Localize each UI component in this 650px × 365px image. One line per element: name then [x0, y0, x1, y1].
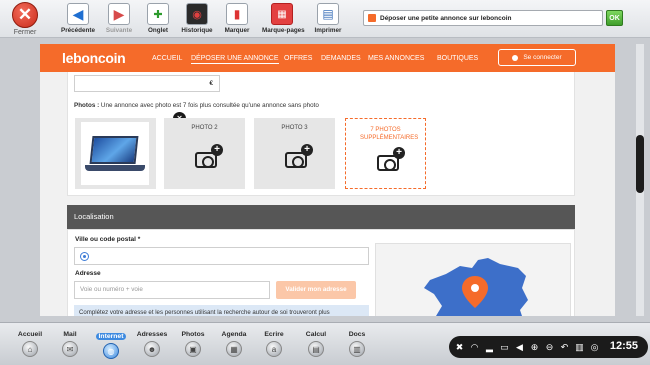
help-icon[interactable]: ◎	[590, 342, 599, 353]
locate-icon[interactable]	[80, 252, 89, 261]
mail-icon: ✉	[62, 341, 78, 357]
write-icon: a	[266, 341, 282, 357]
battery-icon[interactable]: ▭	[500, 342, 509, 353]
extra-photos-slot[interactable]: 7 PHOTOS SUPPLÉMENTAIRES	[345, 118, 426, 189]
photos-card: € Photos : Une annonce avec photo est 7 …	[67, 72, 575, 196]
city-label: Ville ou code postal *	[75, 236, 141, 243]
contacts-icon: ☻	[144, 341, 160, 357]
back-arrow-icon: ◀	[67, 3, 89, 25]
home-icon: ⌂	[22, 341, 38, 357]
nav-offres[interactable]: OFFRES	[284, 55, 312, 62]
nav-demandes[interactable]: DEMANDES	[321, 55, 361, 62]
site-logo[interactable]: leboncoin	[62, 50, 126, 66]
validate-address-button[interactable]: Valider mon adresse	[276, 281, 356, 299]
bookmarks-button[interactable]: ▦ Marque-pages	[262, 3, 305, 34]
france-map[interactable]	[375, 243, 571, 316]
close-label: Fermer	[13, 29, 37, 36]
history-icon: ◉	[186, 3, 208, 25]
zoom-out-icon[interactable]: ⊖	[545, 342, 554, 353]
address-info-box: Complétez votre adresse et les personnes…	[74, 305, 369, 316]
photo-slot-3-label: PHOTO 3	[281, 125, 308, 131]
undo-icon[interactable]: ↶	[560, 342, 569, 353]
site-navbar: leboncoin ACCUEIL DÉPOSER UNE ANNONCE OF…	[40, 44, 615, 72]
price-input[interactable]: €	[74, 75, 220, 92]
close-button[interactable]: ✕ Fermer	[8, 2, 42, 36]
scrollbar-thumb[interactable]	[636, 135, 644, 193]
browser-toolbar: ✕ Fermer ◀ Précédente ▶ Suivante ✚ Ongle…	[0, 0, 650, 38]
dock-ecrire[interactable]: Ecrire a	[254, 331, 294, 357]
volume-icon[interactable]: ◀	[515, 342, 524, 353]
new-tab-icon: ✚	[147, 3, 169, 25]
add-photo-icon	[377, 147, 405, 171]
dock-internet[interactable]: Internet ◍	[91, 331, 131, 359]
nav-mes-annonces[interactable]: MES ANNONCES	[368, 55, 424, 62]
login-label: Se connecter	[523, 54, 562, 61]
price-currency: €	[209, 80, 213, 87]
print-button[interactable]: ▤ Imprimer	[308, 3, 348, 34]
zoom-in-icon[interactable]: ⊕	[530, 342, 539, 353]
nav-boutiques[interactable]: BOUTIQUES	[437, 55, 478, 62]
photo-hint: Photos : Une annonce avec photo est 7 fo…	[74, 102, 319, 109]
dock-adresses[interactable]: Adresses ☻	[132, 331, 172, 357]
dock-agenda[interactable]: Agenda ▦	[214, 331, 254, 357]
photo-hint-text: Une annonce avec photo est 7 fois plus c…	[99, 102, 319, 109]
bookmark-button[interactable]: ▮ Marquer	[217, 3, 257, 34]
dock-calcul[interactable]: Calcul ▤	[296, 331, 336, 357]
extra-photos-label: 7 PHOTOS SUPPLÉMENTAIRES	[360, 127, 419, 141]
wifi-icon[interactable]: ◠	[470, 342, 479, 353]
dock-docs[interactable]: Docs ▥	[337, 331, 377, 357]
france-map-svg	[424, 258, 528, 316]
address-bar-text: Déposer une petite annonce sur leboncoin	[380, 14, 512, 22]
globe-icon: ◍	[103, 343, 119, 359]
forward-button[interactable]: ▶ Suivante	[99, 3, 139, 34]
login-button[interactable]: Se connecter	[498, 49, 576, 66]
address-label: Adresse	[75, 270, 101, 277]
dock-mail[interactable]: Mail ✉	[50, 331, 90, 357]
photo-slot-3[interactable]: PHOTO 3	[254, 118, 335, 189]
back-button[interactable]: ◀ Précédente	[58, 3, 98, 34]
signal-icon[interactable]: ▂	[485, 342, 494, 353]
bookmarks-icon: ▦	[271, 3, 293, 25]
system-tray: ✖ ◠ ▂ ▭ ◀ ⊕ ⊖ ↶ ▥ ◎ 12:55	[449, 336, 648, 358]
add-photo-icon	[285, 144, 313, 168]
history-button[interactable]: ◉ Historique	[177, 3, 217, 34]
documents-icon: ▥	[349, 341, 365, 357]
photo-slot-2[interactable]: PHOTO 2	[164, 118, 245, 189]
add-photo-icon	[195, 144, 223, 168]
laptop-photo	[81, 122, 149, 185]
go-button[interactable]: OK	[606, 10, 623, 26]
dock-accueil[interactable]: Accueil ⌂	[10, 331, 50, 357]
photo-hint-title: Photos :	[74, 102, 100, 109]
city-input[interactable]	[74, 247, 369, 265]
tools-icon[interactable]: ✖	[455, 342, 464, 353]
dock-photos[interactable]: Photos ▣	[173, 331, 213, 357]
new-tab-button[interactable]: ✚ Onglet	[138, 3, 178, 34]
address-input[interactable]: Voie ou numéro + voie	[74, 281, 270, 299]
printer-icon: ▤	[317, 3, 339, 25]
calculator-icon: ▤	[308, 341, 324, 357]
calendar-icon: ▦	[226, 341, 242, 357]
user-icon	[512, 54, 519, 61]
photos-icon: ▣	[185, 341, 201, 357]
localisation-card: Ville ou code postal * Adresse Voie ou n…	[67, 229, 575, 316]
clock: 12:55	[609, 340, 638, 352]
address-bar[interactable]: Déposer une petite annonce sur leboncoin	[363, 10, 603, 26]
photo-slot-2-label: PHOTO 2	[191, 125, 218, 131]
page-viewport: leboncoin ACCUEIL DÉPOSER UNE ANNONCE OF…	[40, 44, 615, 316]
close-icon: ✕	[12, 2, 38, 28]
nav-accueil[interactable]: ACCUEIL	[152, 55, 182, 62]
favicon-icon	[368, 14, 376, 22]
photo-slot-1[interactable]	[75, 118, 156, 189]
forward-arrow-icon: ▶	[108, 3, 130, 25]
bookmark-icon: ▮	[226, 3, 248, 25]
trash-icon[interactable]: ▥	[575, 342, 584, 353]
nav-deposer-annonce[interactable]: DÉPOSER UNE ANNONCE	[191, 55, 279, 64]
localisation-header: Localisation	[67, 205, 575, 229]
